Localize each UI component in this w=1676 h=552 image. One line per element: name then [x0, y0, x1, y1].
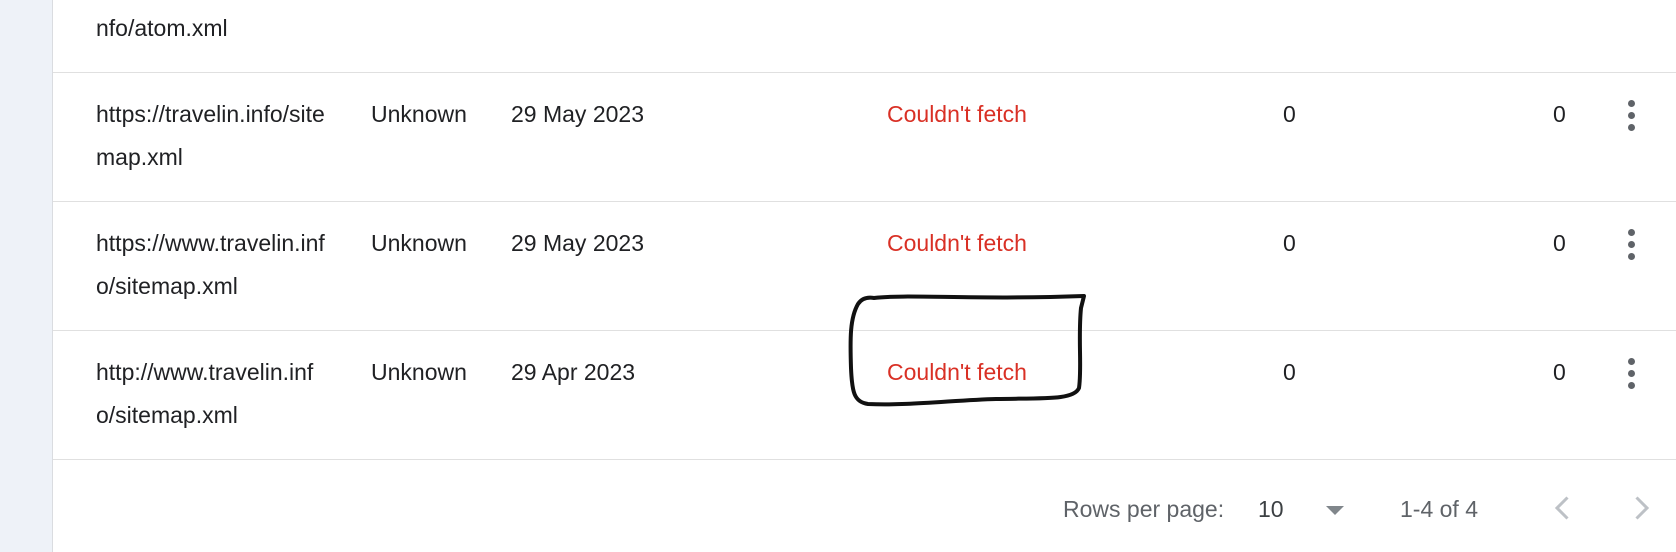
discovered-videos: 0: [1553, 230, 1566, 256]
table-pagination-footer: Rows per page: 10 1-4 of 4: [53, 462, 1676, 552]
table-row[interactable]: nfo/atom.xml: [53, 0, 1676, 73]
more-vert-icon[interactable]: [1613, 226, 1649, 262]
status-text: Couldn't fetch: [887, 359, 1027, 385]
sitemap-type: Unknown: [371, 359, 467, 385]
submitted-date: 29 May 2023: [511, 230, 644, 256]
status-text: Couldn't fetch: [887, 101, 1027, 127]
submitted-date: 29 Apr 2023: [511, 359, 636, 385]
sitemaps-table-card: nfo/atom.xml https://travelin.info/sitem…: [53, 0, 1676, 552]
sitemap-url: https://www.travelin.info/sitemap.xml: [96, 230, 325, 299]
table-row[interactable]: http://www.travelin.info/sitemap.xml Unk…: [53, 331, 1676, 460]
more-vert-icon[interactable]: [1613, 97, 1649, 133]
rows-per-page-select[interactable]: 10: [1258, 496, 1348, 528]
submitted-date: 29 May 2023: [511, 101, 644, 127]
status-text: Couldn't fetch: [887, 230, 1027, 256]
rows-per-page-label: Rows per page:: [1063, 496, 1225, 522]
sitemap-url: http://www.travelin.info/sitemap.xml: [96, 359, 314, 428]
discovered-pages: 0: [1283, 230, 1296, 256]
rows-per-page-value: 10: [1258, 496, 1284, 522]
sidebar-strip: [0, 0, 53, 552]
chevron-right-icon[interactable]: [1623, 490, 1659, 526]
dropdown-caret-icon: [1326, 506, 1344, 515]
discovered-videos: 0: [1553, 359, 1566, 385]
discovered-pages: 0: [1283, 101, 1296, 127]
discovered-pages: 0: [1283, 359, 1296, 385]
table-row[interactable]: https://travelin.info/sitemap.xml Unknow…: [53, 73, 1676, 202]
sitemap-type: Unknown: [371, 101, 467, 127]
discovered-videos: 0: [1553, 101, 1566, 127]
more-vert-icon[interactable]: [1613, 355, 1649, 391]
table-row[interactable]: https://www.travelin.info/sitemap.xml Un…: [53, 202, 1676, 331]
sitemap-url: https://travelin.info/sitemap.xml: [96, 101, 325, 170]
chevron-left-icon[interactable]: [1545, 490, 1581, 526]
pagination-range: 1-4 of 4: [1400, 496, 1478, 522]
sitemap-url: nfo/atom.xml: [96, 15, 228, 41]
sitemap-type: Unknown: [371, 230, 467, 256]
